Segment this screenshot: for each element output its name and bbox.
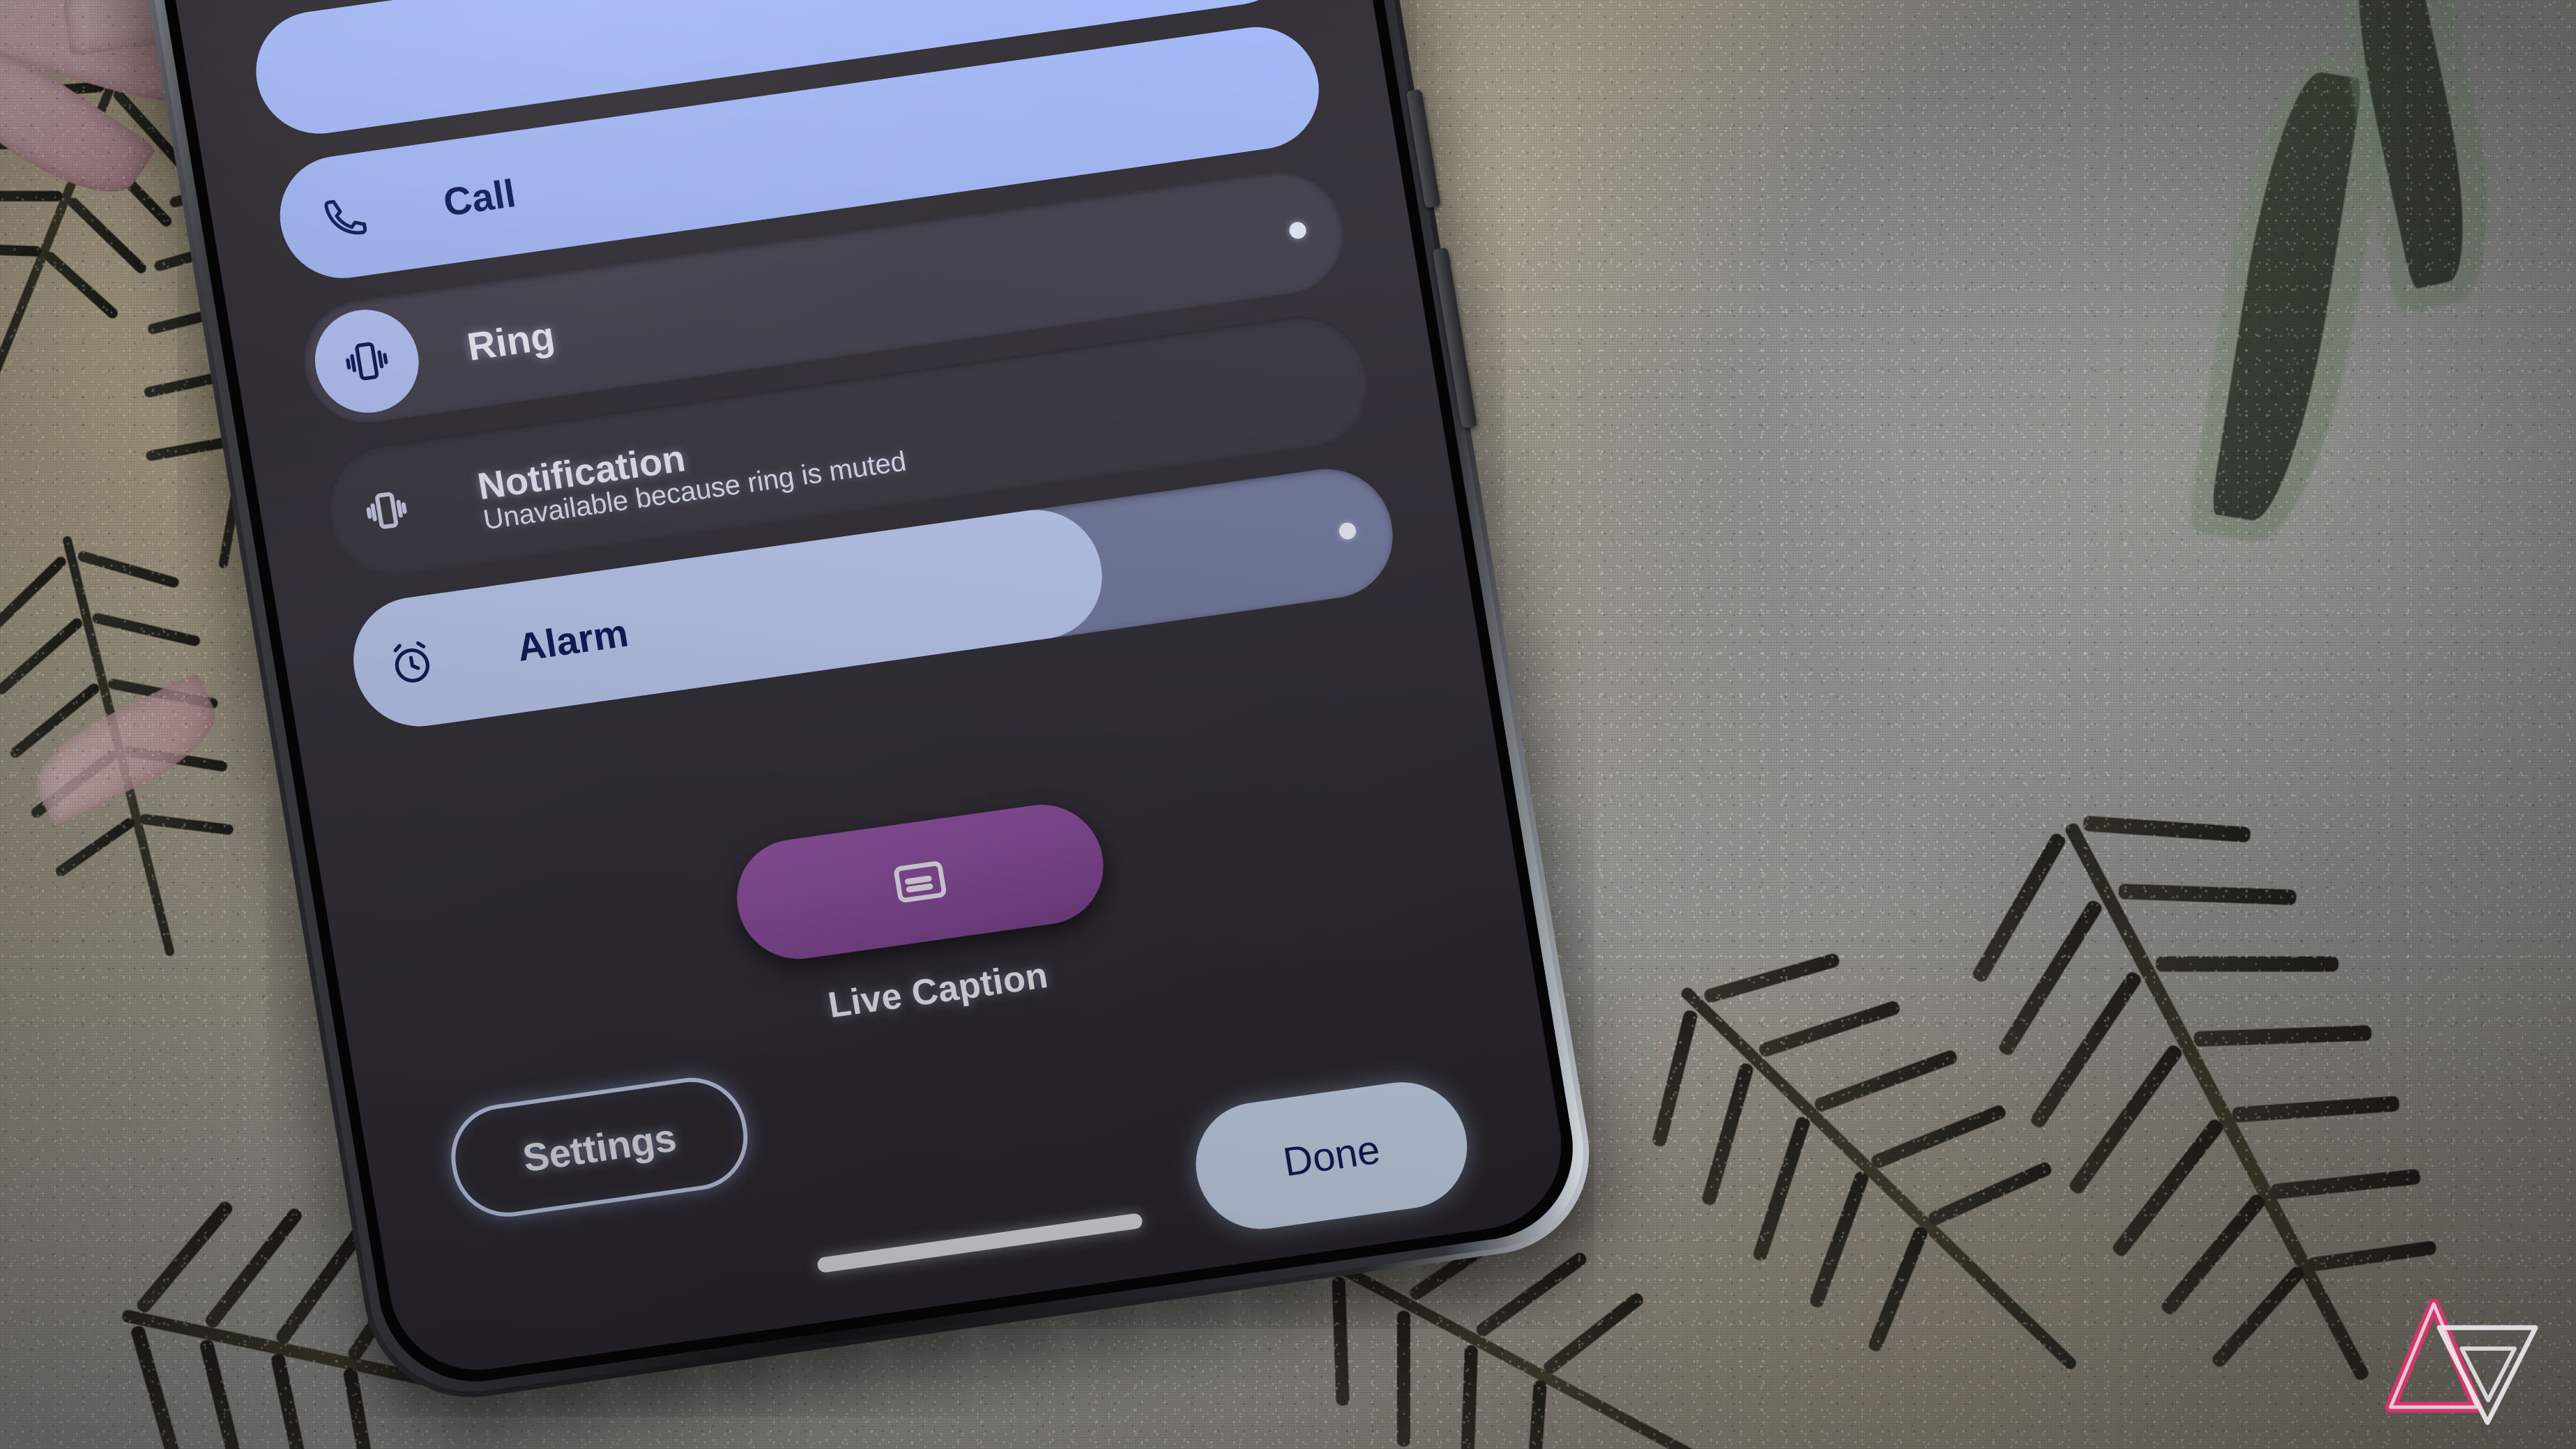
done-button-label: Done — [1279, 1126, 1383, 1185]
android-police-logo — [2385, 1298, 2538, 1425]
volume-panel: Call Ring Notification Unavailable becau… — [247, 0, 1497, 1310]
slider-end-dot — [1288, 220, 1308, 240]
live-caption-label: Live Caption — [825, 955, 1051, 1026]
phone-icon — [317, 188, 376, 245]
live-caption-toggle-button[interactable] — [728, 797, 1113, 967]
vibrate-icon — [346, 342, 388, 381]
alarm-clock-icon — [382, 634, 441, 692]
slider-label: Ring — [464, 313, 558, 369]
done-button[interactable]: Done — [1186, 1074, 1477, 1238]
settings-button[interactable]: Settings — [443, 1070, 756, 1224]
settings-button-label: Settings — [519, 1114, 680, 1180]
slider-end-dot — [1338, 522, 1357, 541]
live-caption-icon — [894, 861, 947, 903]
vibrate-icon — [357, 482, 416, 540]
